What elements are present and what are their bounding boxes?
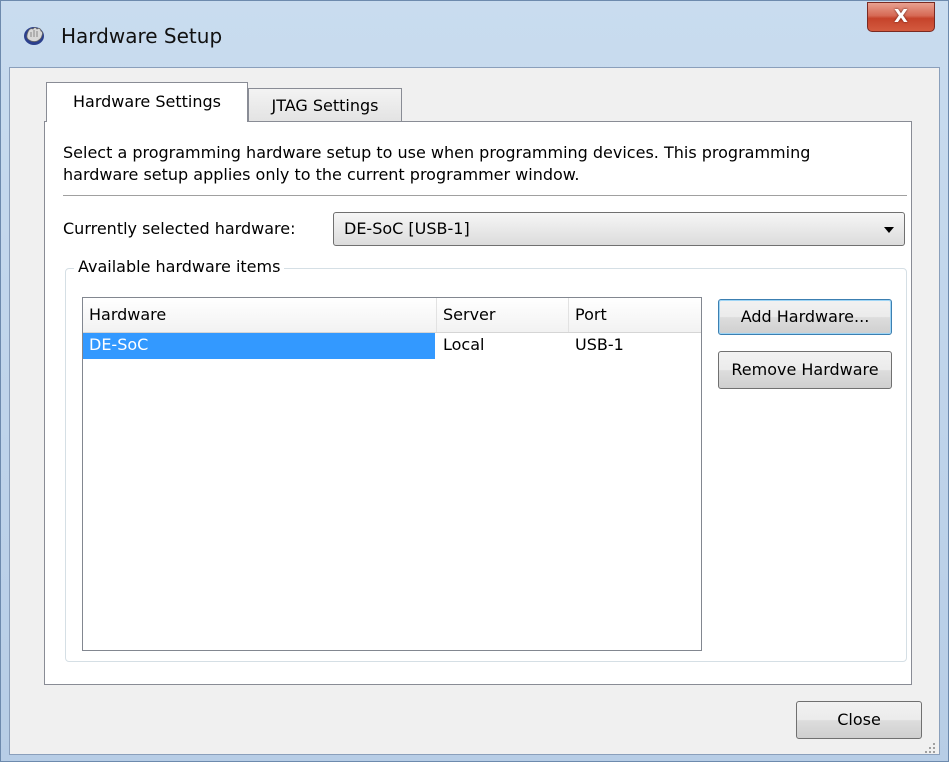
group-title: Available hardware items: [74, 257, 285, 276]
available-hardware-group: Available hardware items Hardware Server…: [65, 257, 907, 662]
table-row[interactable]: DE-SoC Local USB-1: [83, 333, 701, 359]
title-bar[interactable]: Hardware Setup X: [1, 1, 948, 67]
cell-port[interactable]: USB-1: [569, 333, 701, 359]
column-header-server[interactable]: Server: [437, 298, 569, 332]
remove-hardware-button[interactable]: Remove Hardware: [718, 351, 892, 389]
dialog-client-area: Hardware Settings JTAG Settings Select a…: [9, 67, 940, 755]
selected-hardware-dropdown[interactable]: DE-SoC [USB-1]: [333, 212, 905, 246]
hardware-setup-window: Hardware Setup X Hardware Settings JTAG …: [0, 0, 949, 762]
cell-server[interactable]: Local: [437, 333, 569, 359]
tab-hardware-settings[interactable]: Hardware Settings: [46, 82, 248, 122]
hardware-list[interactable]: Hardware Server Port DE-SoC Local USB-1: [82, 297, 702, 651]
close-button[interactable]: Close: [796, 701, 922, 739]
list-header: Hardware Server Port: [83, 298, 701, 333]
hardware-hand-icon: [21, 23, 47, 47]
resize-grip-icon[interactable]: [924, 739, 936, 753]
selected-hardware-label: Currently selected hardware:: [63, 219, 296, 238]
divider: [63, 195, 907, 196]
window-title: Hardware Setup: [61, 24, 223, 48]
add-hardware-button[interactable]: Add Hardware...: [718, 299, 892, 335]
column-header-port[interactable]: Port: [569, 298, 701, 332]
tab-jtag-settings[interactable]: JTAG Settings: [248, 88, 402, 122]
selected-hardware-value: DE-SoC [USB-1]: [344, 219, 470, 238]
description-text: Select a programming hardware setup to u…: [63, 143, 811, 184]
hardware-settings-panel: Select a programming hardware setup to u…: [44, 121, 912, 685]
column-header-hardware[interactable]: Hardware: [83, 298, 437, 332]
window-close-button[interactable]: X: [867, 2, 935, 32]
cell-hardware[interactable]: DE-SoC: [83, 333, 435, 359]
chevron-down-icon: [884, 227, 894, 233]
